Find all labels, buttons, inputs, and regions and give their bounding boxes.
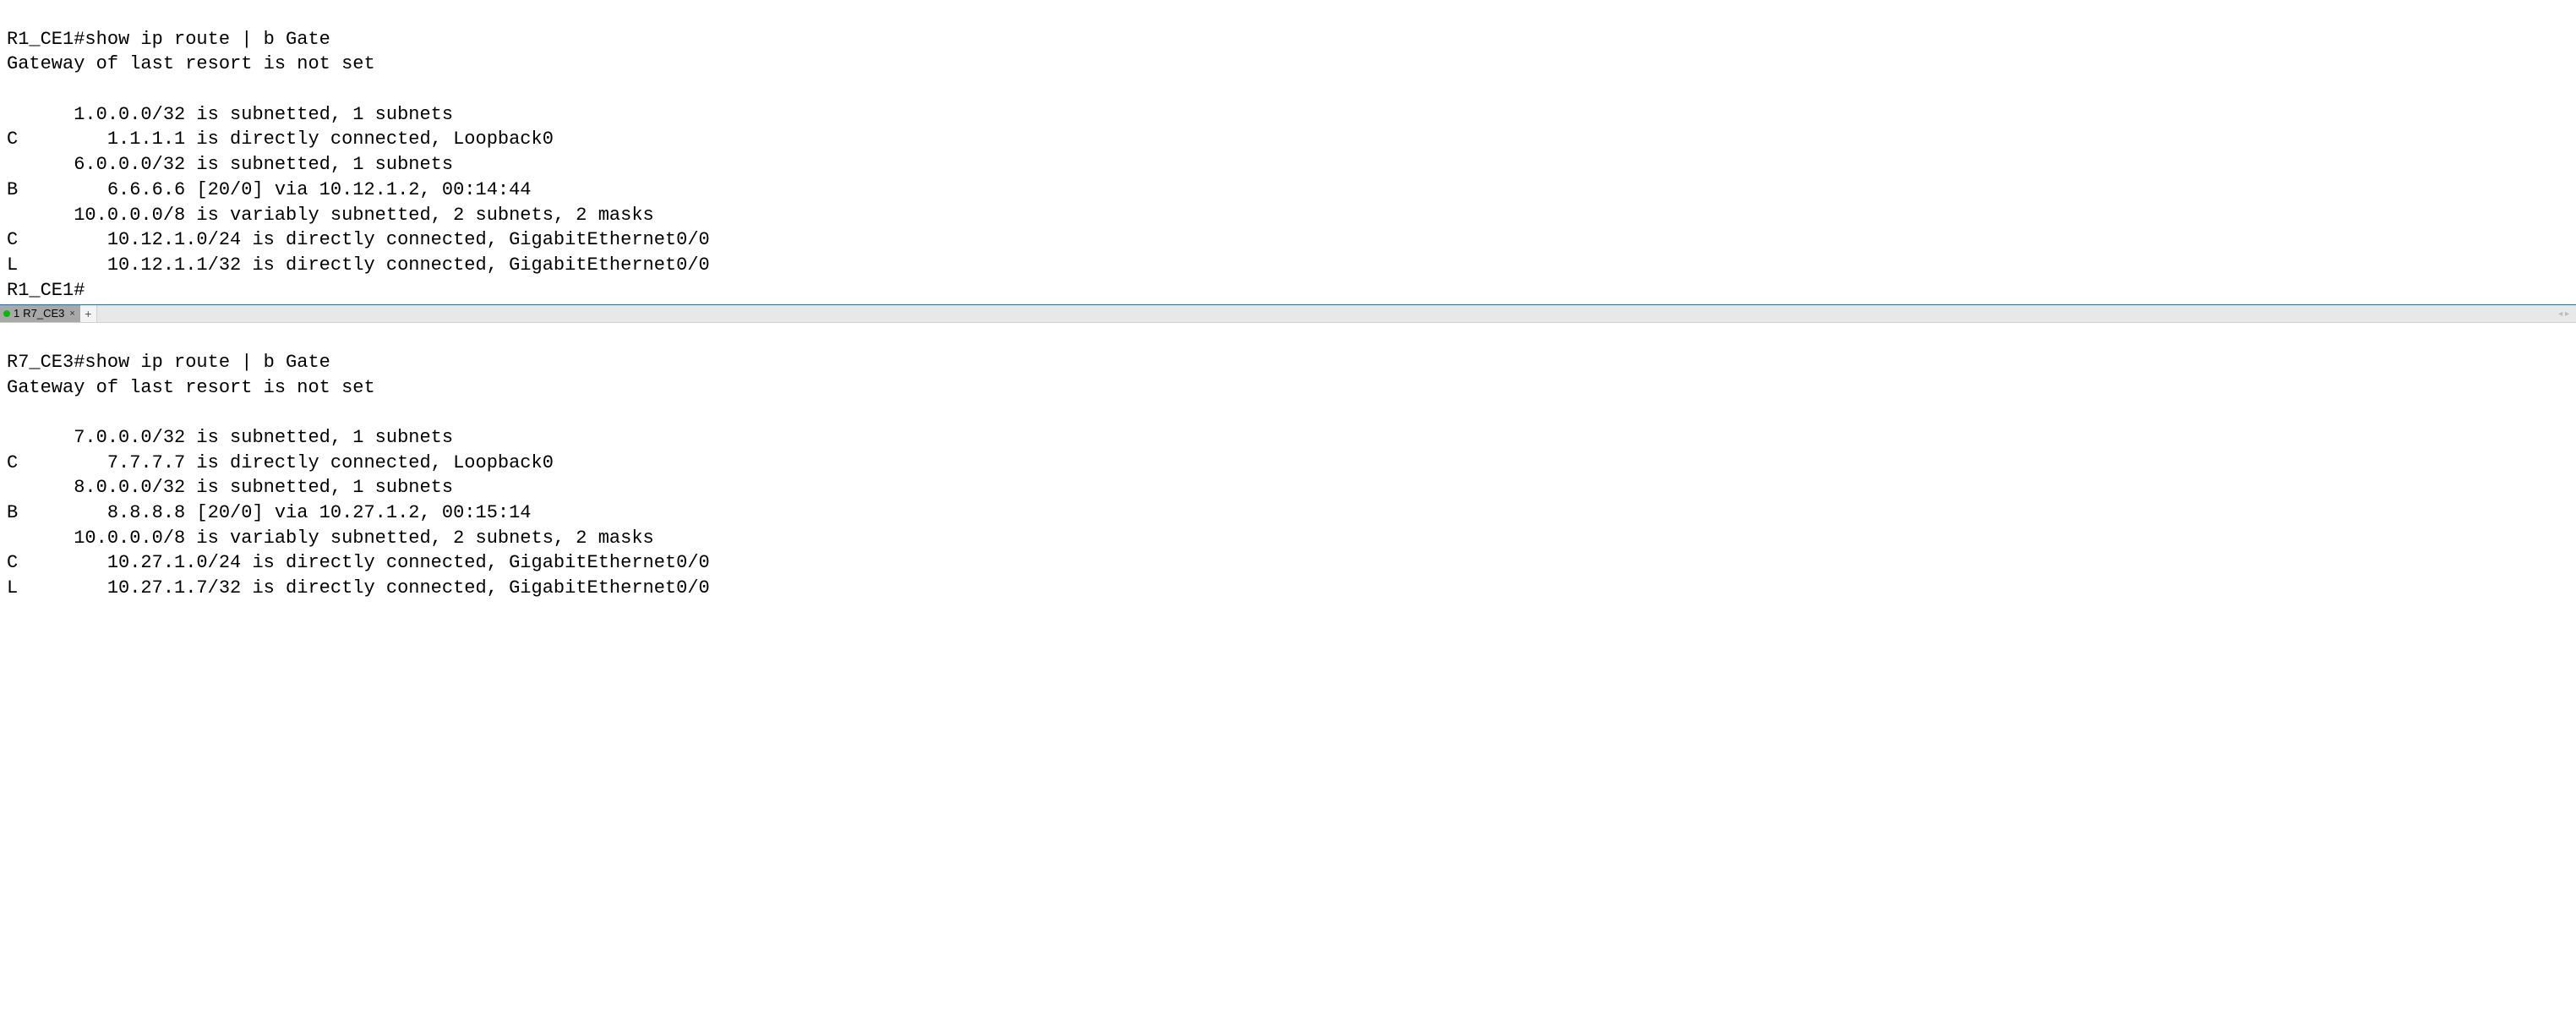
terminal-line: C 10.27.1.0/24 is directly connected, Gi… — [7, 552, 710, 573]
terminal-line: R1_CE1# — [7, 280, 85, 301]
terminal-line: C 10.12.1.0/24 is directly connected, Gi… — [7, 229, 710, 250]
terminal-line: L 10.27.1.7/32 is directly connected, Gi… — [7, 577, 710, 599]
plus-icon: + — [85, 306, 91, 322]
terminal-line: R1_CE1#show ip route | b Gate — [7, 29, 330, 50]
status-dot-icon — [3, 310, 10, 317]
tab-r7-ce3[interactable]: 1 R7_CE3 × — [0, 305, 80, 322]
terminal-line: C 7.7.7.7 is directly connected, Loopbac… — [7, 452, 554, 473]
add-tab-button[interactable]: + — [80, 305, 97, 322]
terminal-pane-1[interactable]: R1_CE1#show ip route | b Gate Gateway of… — [0, 0, 2576, 304]
terminal-line: B 8.8.8.8 [20/0] via 10.27.1.2, 00:15:14 — [7, 502, 532, 523]
close-icon[interactable]: × — [69, 308, 74, 320]
arrows-icon: ◂ ▸ — [2558, 309, 2569, 319]
terminal-line: 10.0.0.0/8 is variably subnetted, 2 subn… — [7, 528, 654, 549]
terminal-line: 6.0.0.0/32 is subnetted, 1 subnets — [7, 154, 453, 175]
terminal-line: Gateway of last resort is not set — [7, 53, 375, 74]
terminal-line: C 1.1.1.1 is directly connected, Loopbac… — [7, 128, 554, 150]
terminal-line: B 6.6.6.6 [20/0] via 10.12.1.2, 00:14:44 — [7, 179, 532, 200]
terminal-line: 8.0.0.0/32 is subnetted, 1 subnets — [7, 477, 453, 498]
terminal-line: R7_CE3#show ip route | b Gate — [7, 352, 330, 373]
tab-number: 1 — [14, 306, 19, 321]
tab-bar: 1 R7_CE3 × + ◂ ▸ — [0, 304, 2576, 323]
tab-scroll-arrows[interactable]: ◂ ▸ — [2558, 309, 2576, 320]
tab-label: R7_CE3 — [23, 306, 64, 321]
terminal-pane-2[interactable]: R7_CE3#show ip route | b Gate Gateway of… — [0, 323, 2576, 603]
terminal-line: 7.0.0.0/32 is subnetted, 1 subnets — [7, 427, 453, 448]
terminal-line: Gateway of last resort is not set — [7, 377, 375, 398]
terminal-line: 10.0.0.0/8 is variably subnetted, 2 subn… — [7, 205, 654, 226]
terminal-line: L 10.12.1.1/32 is directly connected, Gi… — [7, 254, 710, 276]
terminal-line: 1.0.0.0/32 is subnetted, 1 subnets — [7, 104, 453, 125]
